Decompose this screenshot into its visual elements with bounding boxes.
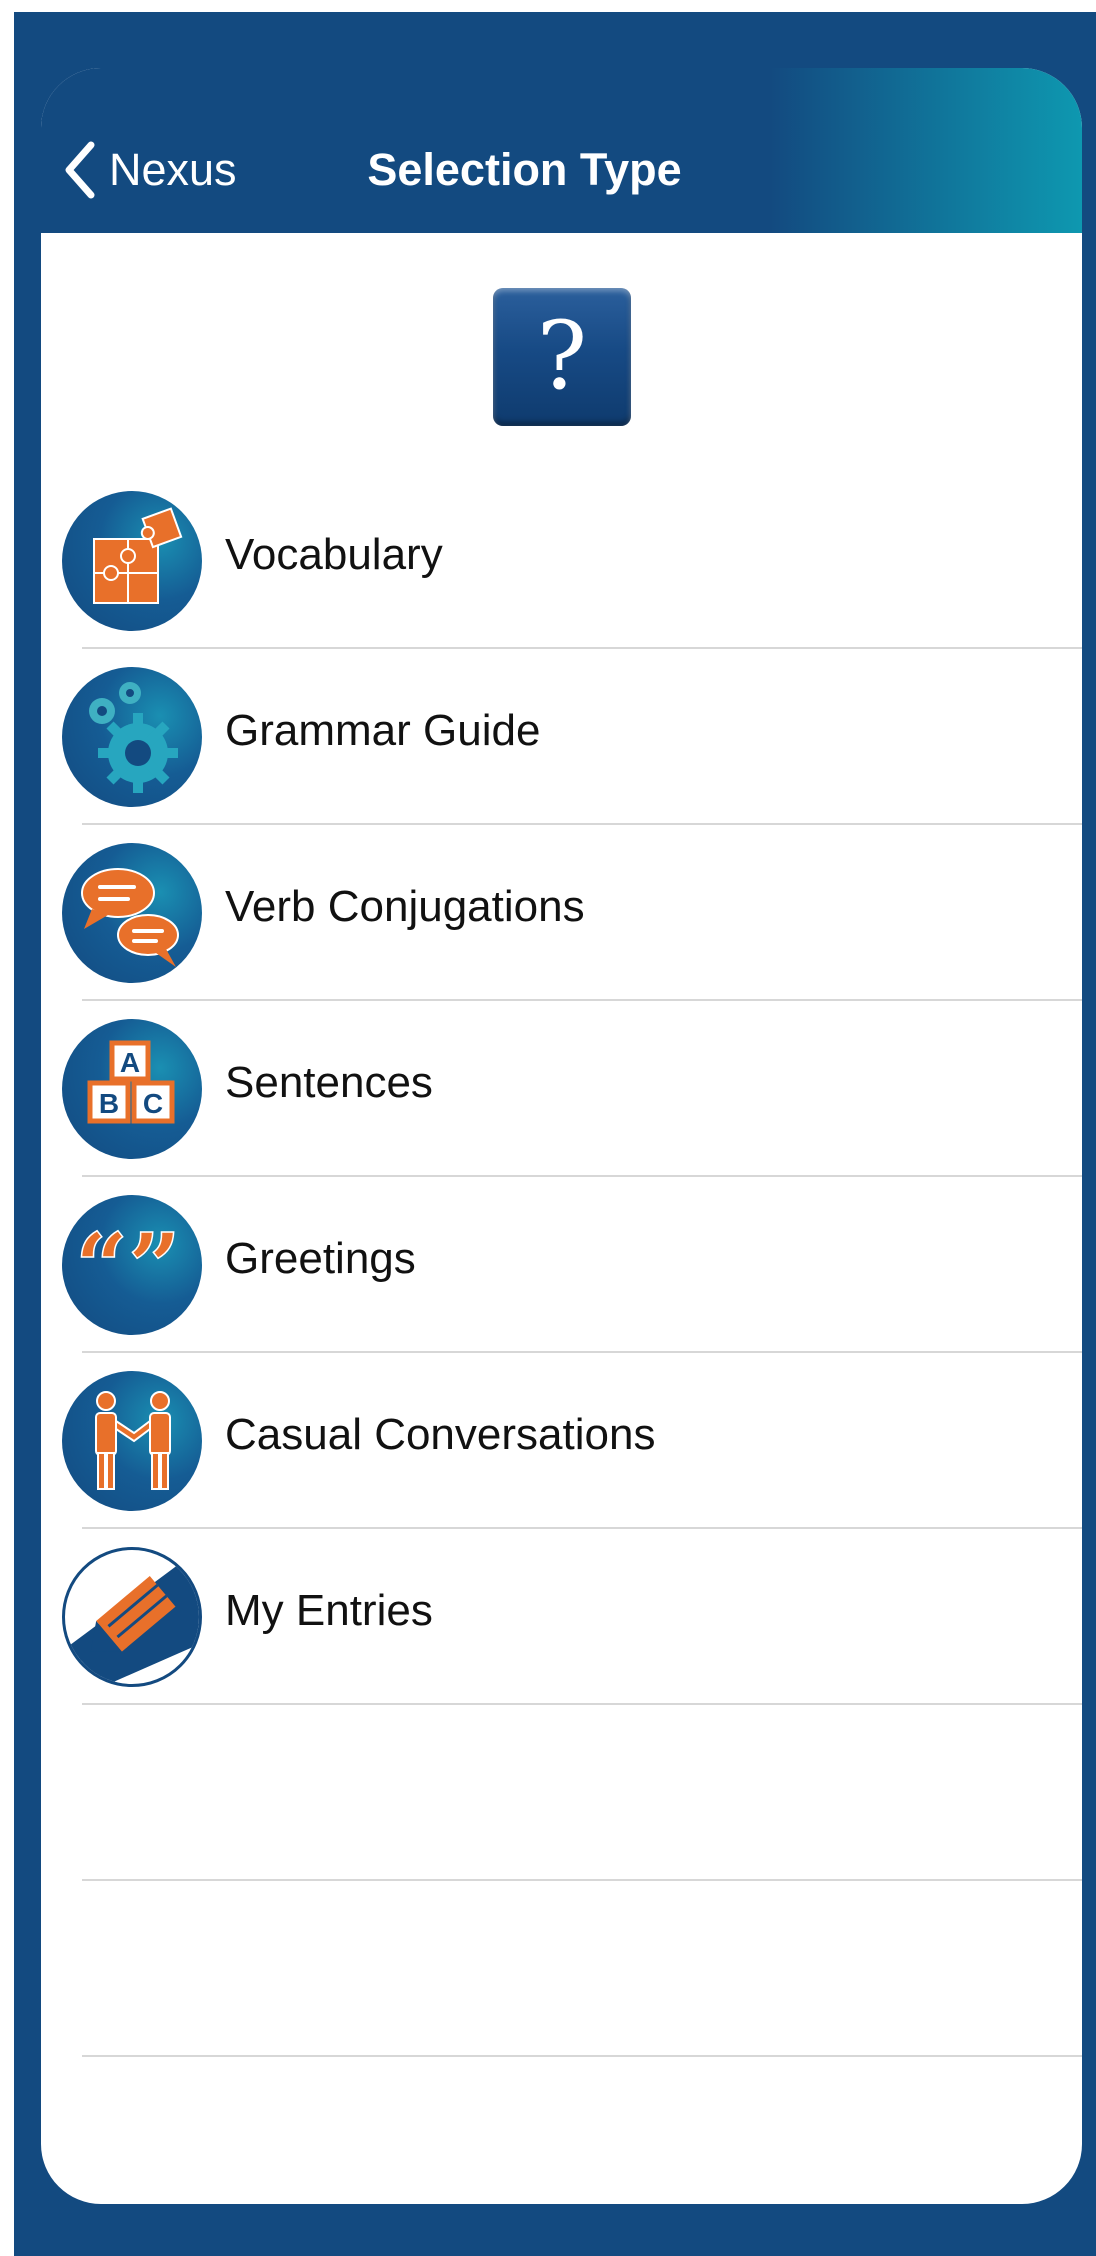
row-separator [82, 1703, 1082, 1705]
list-item-sentences[interactable]: A B C Sentences [41, 1000, 1082, 1175]
list-item-label: Verb Conjugations [225, 882, 585, 931]
list-item-vocabulary[interactable]: Vocabulary [41, 472, 1082, 647]
page-title: Selection Type [367, 144, 682, 195]
list-item-label: Grammar Guide [225, 706, 541, 755]
speech-bubbles-icon [62, 843, 202, 983]
quotation-marks-icon: “” [62, 1195, 202, 1335]
navigation-bar: Nexus Selection Type [41, 68, 1082, 233]
list-item-verb-conjugations[interactable]: Verb Conjugations [41, 824, 1082, 999]
list-item-label: Casual Conversations [225, 1410, 656, 1459]
help-button[interactable]: ? [493, 288, 631, 426]
row-separator [82, 2055, 1082, 2057]
row-separator [82, 1879, 1082, 1881]
list-item-casual-conversations[interactable]: Casual Conversations [41, 1352, 1082, 1527]
svg-text:B: B [99, 1088, 119, 1119]
handshake-people-icon [62, 1371, 202, 1511]
puzzle-icon [62, 491, 202, 631]
list-item-label: Vocabulary [225, 530, 443, 579]
svg-text:“”: “” [75, 1213, 181, 1321]
abc-blocks-icon: A B C [62, 1019, 202, 1159]
pencil-check-icon [62, 1547, 202, 1687]
gears-icon [62, 667, 202, 807]
question-mark-icon: ? [536, 302, 588, 411]
list-item-label: My Entries [225, 1586, 433, 1635]
list-item-label: Sentences [225, 1058, 433, 1107]
list-item-my-entries[interactable]: My Entries [41, 1528, 1082, 1703]
screen-panel: Nexus Selection Type ? Vocabulary Gramma… [41, 68, 1082, 2204]
svg-text:A: A [120, 1047, 140, 1078]
list-item-grammar-guide[interactable]: Grammar Guide [41, 648, 1082, 823]
list-item-label: Greetings [225, 1234, 416, 1283]
svg-text:C: C [143, 1088, 163, 1119]
list-item-greetings[interactable]: “” Greetings [41, 1176, 1082, 1351]
